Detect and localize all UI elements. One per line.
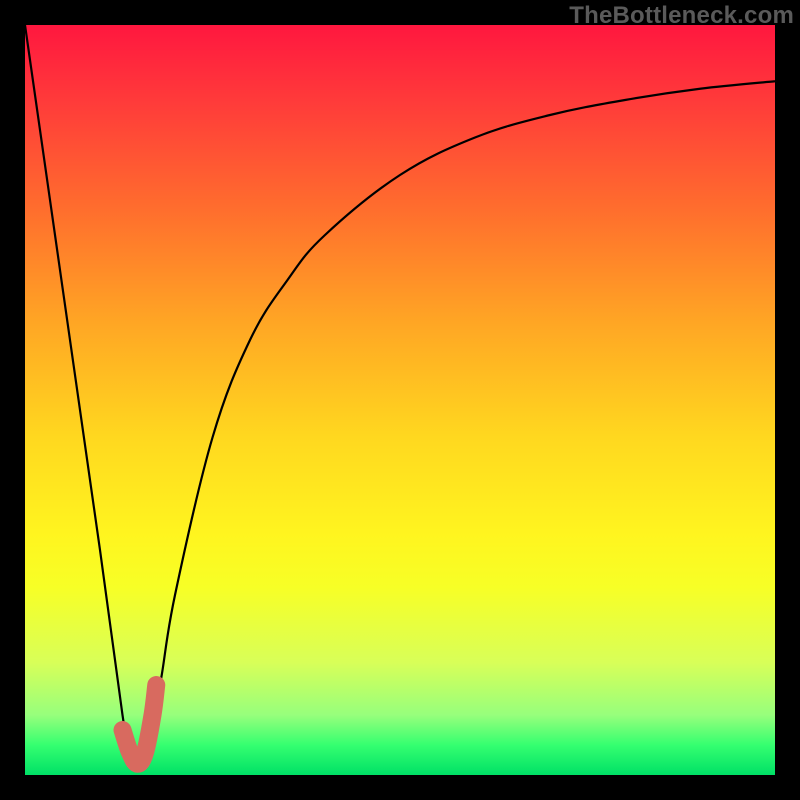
bottleneck-curve-path: [25, 25, 775, 768]
highlight-segment-path: [123, 685, 157, 764]
chart-svg: [25, 25, 775, 775]
chart-frame: TheBottleneck.com: [0, 0, 800, 800]
plot-area: [25, 25, 775, 775]
